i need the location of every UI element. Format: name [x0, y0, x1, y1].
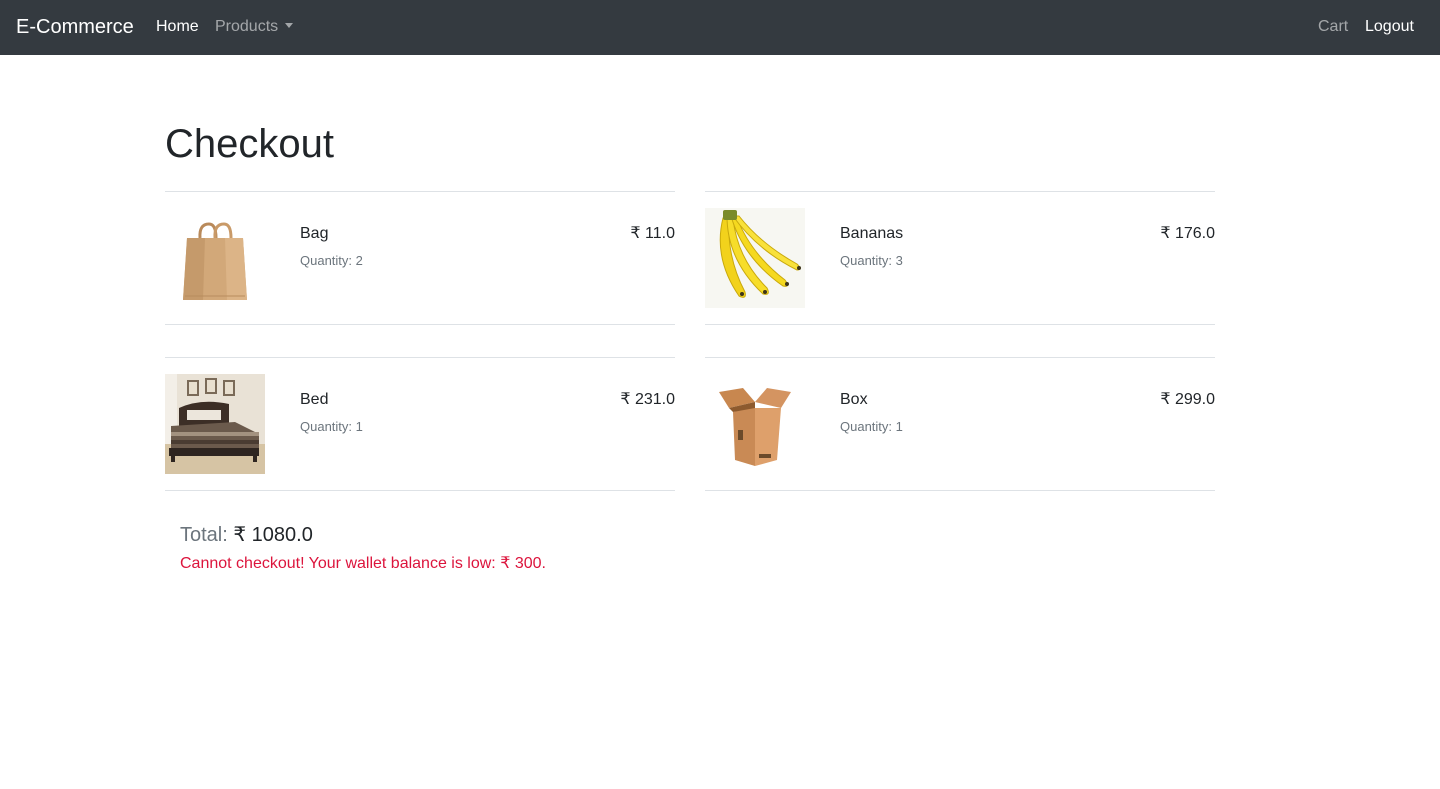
page-title: Checkout [165, 122, 334, 166]
total-value: ₹ 1080.0 [233, 524, 313, 546]
nav-products-dropdown[interactable]: Products [215, 17, 294, 37]
cardboard-box-image [705, 374, 805, 474]
item-name: Bananas [840, 225, 904, 242]
nav-cart-link[interactable]: Cart [1318, 17, 1348, 37]
paper-bag-image [165, 208, 265, 308]
item-name: Bag [300, 225, 329, 242]
checkout-item-card: Box Quantity: 1 ₹ 299.0 [705, 357, 1215, 491]
nav-home-link[interactable]: Home [156, 17, 199, 37]
wallet-balance-warning: Cannot checkout! Your wallet balance is … [180, 555, 546, 572]
brand-link[interactable]: E-Commerce [16, 15, 134, 39]
checkout-item-card: Bananas Quantity: 3 ₹ 176.0 [705, 191, 1215, 325]
item-price: ₹ 231.0 [620, 391, 675, 408]
item-quantity: Quantity: 2 [300, 253, 363, 268]
item-name: Bed [300, 391, 329, 408]
item-quantity: Quantity: 1 [840, 419, 903, 434]
caret-down-icon [285, 23, 294, 28]
item-quantity: Quantity: 1 [300, 419, 363, 434]
checkout-item-card: Bag Quantity: 2 ₹ 11.0 [165, 191, 675, 325]
item-price: ₹ 11.0 [630, 225, 675, 242]
item-quantity: Quantity: 3 [840, 253, 903, 268]
item-price: ₹ 299.0 [1160, 391, 1215, 408]
top-navbar: E-Commerce Home Products Cart Logout [0, 0, 1440, 55]
item-name: Box [840, 391, 868, 408]
nav-products-label: Products [215, 18, 279, 35]
total-label: Total: [180, 524, 228, 546]
order-total: Total: ₹ 1080.0 [180, 523, 313, 547]
bed-image [165, 374, 265, 474]
item-price: ₹ 176.0 [1160, 225, 1215, 242]
nav-logout-link[interactable]: Logout [1365, 17, 1414, 37]
checkout-item-card: Bed Quantity: 1 ₹ 231.0 [165, 357, 675, 491]
bananas-image [705, 208, 805, 308]
